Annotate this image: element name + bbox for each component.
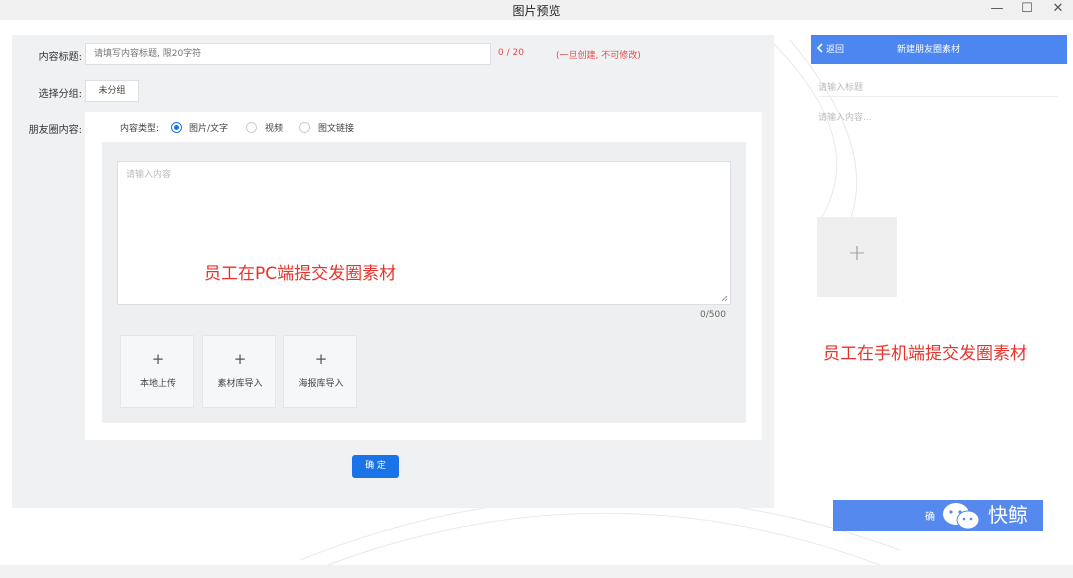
plus-icon: +	[314, 350, 328, 368]
close-icon[interactable]: ✕	[1043, 0, 1073, 20]
maximize-icon[interactable]: ☐	[1012, 0, 1042, 20]
mobile-confirm-label: 确	[925, 512, 935, 523]
plus-icon: +	[847, 241, 867, 266]
material-import-label: 素材库导入	[217, 379, 263, 389]
kuaijing-logo-icon	[943, 503, 980, 530]
mobile-annotation: 员工在手机端提交发圈素材	[823, 344, 1027, 364]
radio-link[interactable]	[299, 122, 310, 133]
mobile-upload-button[interactable]: +	[817, 217, 897, 297]
group-select-button[interactable]: 未分组	[85, 80, 139, 102]
logo-text: 快鲸	[988, 503, 1028, 527]
mobile-back-button[interactable]: 返回	[826, 42, 844, 55]
back-chevron-icon[interactable]	[816, 43, 824, 53]
window-title: 图片预览	[512, 4, 561, 18]
local-upload-label: 本地上传	[139, 379, 176, 389]
group-label: 选择分组:	[38, 89, 82, 100]
plus-icon: +	[151, 350, 165, 368]
mobile-title-input[interactable]: 请输入标题	[818, 80, 863, 93]
char-count: 0/500	[700, 310, 726, 320]
content-placeholder: 请输入内容	[126, 170, 172, 180]
window-titlebar: 图片预览 — ☐ ✕	[0, 0, 1073, 20]
radio-link-label[interactable]: 图文链接	[318, 121, 354, 134]
material-import-button[interactable]: + 素材库导入	[202, 335, 276, 408]
confirm-button[interactable]: 确 定	[352, 455, 399, 478]
moments-label: 朋友圈内容:	[28, 125, 82, 136]
radio-image-text[interactable]	[171, 122, 182, 133]
minimize-icon[interactable]: —	[982, 0, 1012, 20]
resize-handle-icon[interactable]	[721, 295, 728, 302]
poster-import-label: 海报库导入	[298, 379, 344, 389]
mobile-content-input[interactable]: 请输入内容...	[818, 110, 872, 123]
radio-video-label[interactable]: 视频	[265, 121, 283, 134]
content-type-label: 内容类型:	[120, 124, 160, 134]
mobile-title: 新建朋友圈素材	[897, 45, 961, 55]
mobile-divider	[818, 96, 1058, 97]
title-input[interactable]	[85, 43, 491, 65]
poster-import-button[interactable]: + 海报库导入	[283, 335, 357, 408]
title-note: (一旦创建, 不可修改)	[556, 51, 641, 61]
title-counter: 0 / 20	[498, 48, 524, 58]
local-upload-button[interactable]: + 本地上传	[120, 335, 194, 408]
radio-image-text-label[interactable]: 图片/文字	[189, 121, 228, 134]
pc-annotation: 员工在PC端提交发圈素材	[204, 264, 397, 284]
title-label: 内容标题:	[38, 52, 82, 63]
radio-video[interactable]	[246, 122, 257, 133]
footer-bar	[0, 565, 1073, 578]
plus-icon: +	[233, 350, 247, 368]
